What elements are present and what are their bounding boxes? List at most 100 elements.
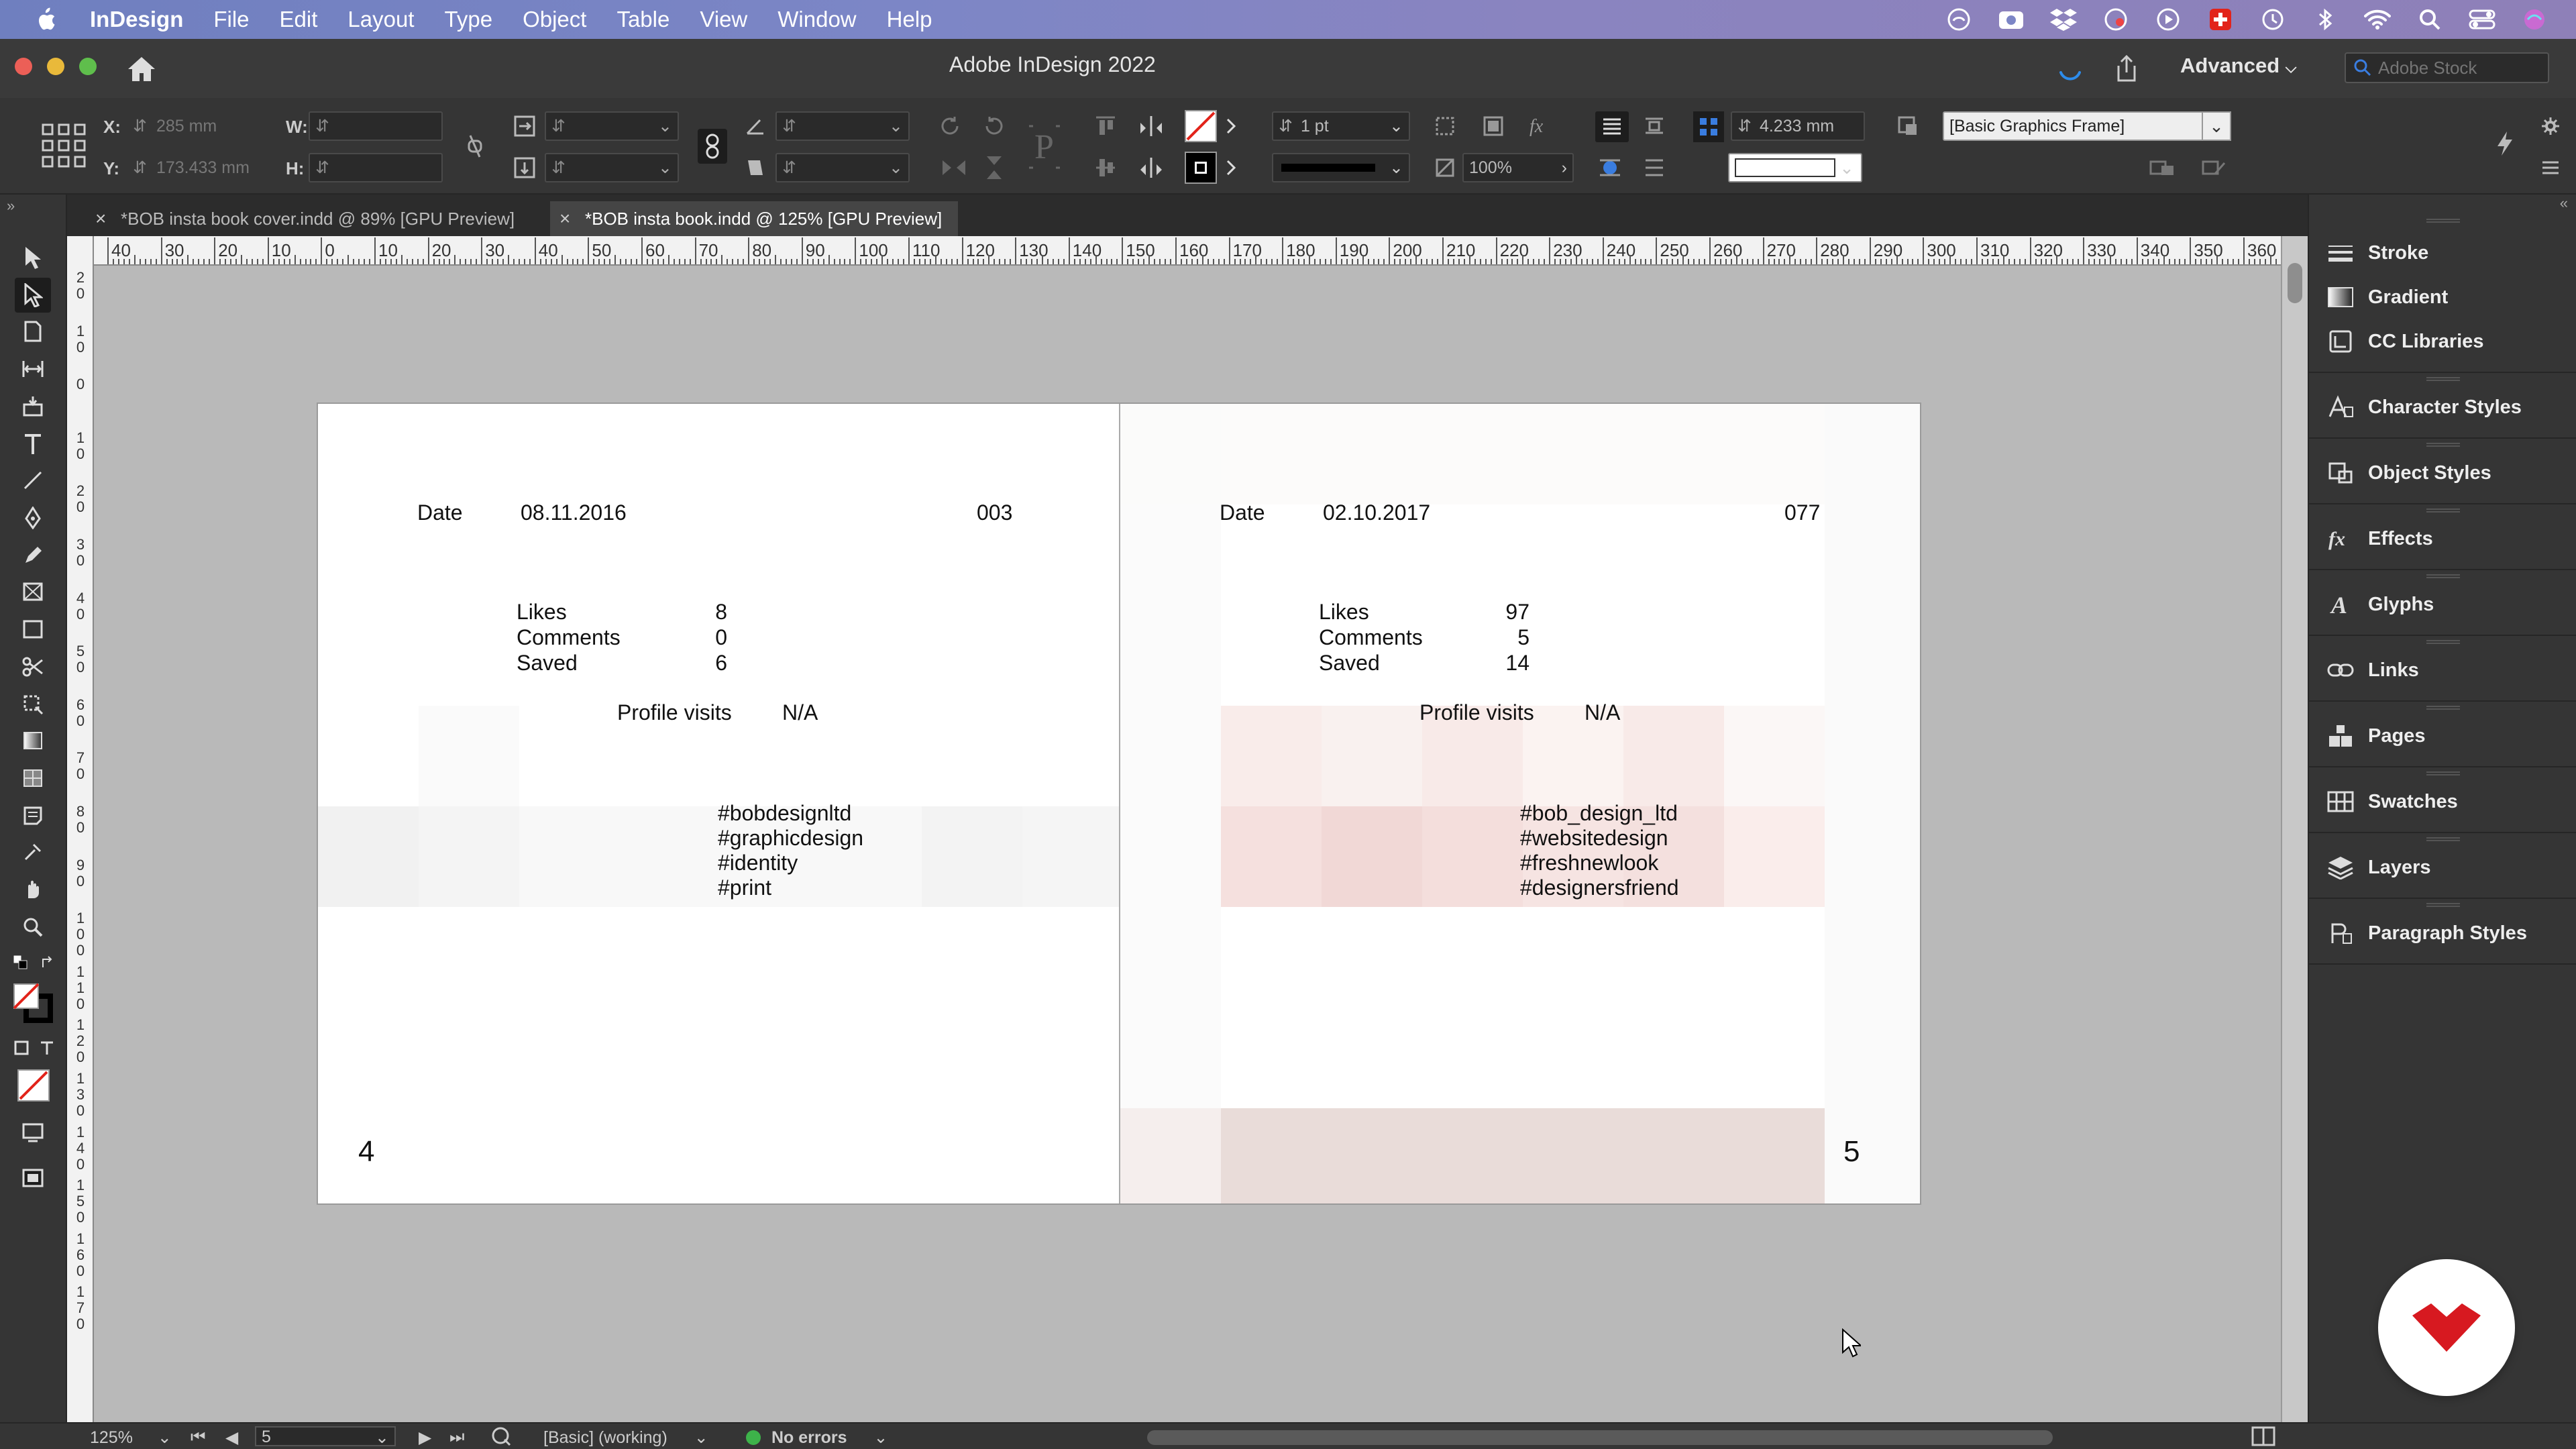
pen-tool-icon[interactable]	[15, 500, 51, 535]
panel-group-grip[interactable]	[2426, 508, 2460, 513]
object-style-select[interactable]: [Basic Graphics Frame]	[1943, 111, 2204, 141]
menu-file[interactable]: File	[213, 7, 249, 32]
wrap-box-icon[interactable]	[1640, 111, 1669, 141]
menu-edit[interactable]: Edit	[280, 7, 318, 32]
align-middle-icon[interactable]	[1091, 153, 1120, 182]
panel-layers[interactable]: Layers	[2309, 845, 2576, 890]
quick-apply-icon[interactable]	[2490, 129, 2520, 158]
stroke-weight-field[interactable]: ⇵ 1 pt ⌄	[1272, 111, 1410, 141]
clear-overrides-icon[interactable]	[2148, 153, 2178, 182]
close-tab-icon[interactable]: ×	[559, 208, 573, 229]
panel-links[interactable]: Links	[2309, 648, 2576, 692]
monitor-icon[interactable]	[2101, 6, 2131, 33]
screen-mode-icon[interactable]	[15, 1115, 51, 1150]
shear-angle-icon[interactable]	[741, 153, 770, 182]
play-icon[interactable]	[2153, 6, 2183, 33]
minimize-window-button[interactable]	[47, 58, 64, 75]
menu-view[interactable]: View	[700, 7, 747, 32]
panel-gradient[interactable]: Gradient	[2309, 275, 2576, 319]
page-number-field[interactable]: 5 ⌄	[255, 1426, 396, 1447]
scale-y-icon[interactable]	[510, 153, 539, 182]
menu-object[interactable]: Object	[523, 7, 586, 32]
menu-layout[interactable]: Layout	[347, 7, 414, 32]
zoom-tool-icon[interactable]	[15, 910, 51, 945]
next-page-button[interactable]: ▶	[419, 1428, 431, 1448]
panel-group-grip[interactable]	[2426, 640, 2460, 644]
type-tool-icon[interactable]	[15, 427, 51, 462]
horizontal-scroll-thumb[interactable]	[1147, 1430, 2053, 1445]
panel-group-grip[interactable]	[2426, 219, 2460, 223]
panel-group-grip[interactable]	[2426, 903, 2460, 907]
preflight-profile-select[interactable]: [Basic] (working) ⌄	[543, 1428, 708, 1448]
split-window-icon[interactable]	[2251, 1426, 2275, 1449]
rectangle-tool-icon[interactable]	[15, 612, 51, 647]
vertical-ruler[interactable]: 2 0 1 0 0 1 0 2 0 3 0 4 0 5 0 6 0 7 0 8 0 9 0 1 0 0 1…	[67, 236, 94, 1422]
menu-type[interactable]: Type	[445, 7, 493, 32]
camera-icon[interactable]	[1996, 6, 2026, 33]
menu-indesign[interactable]: InDesign	[90, 7, 183, 32]
preview-mode-icon[interactable]	[15, 1161, 51, 1195]
frame-offset-field[interactable]: ⇵ 4.233 mm	[1731, 111, 1865, 141]
panel-group-grip[interactable]	[2426, 706, 2460, 710]
page-tool-icon[interactable]	[15, 314, 51, 349]
height-field[interactable]: ⇵	[309, 153, 443, 182]
gradient-feather-tool-icon[interactable]	[15, 761, 51, 796]
swap-colors-icon[interactable]	[35, 949, 62, 975]
swiss-flag-icon[interactable]	[2206, 6, 2235, 33]
wrap-none-icon[interactable]	[1595, 111, 1629, 142]
fit-content-icon[interactable]	[1430, 111, 1460, 141]
time-machine-icon[interactable]	[2258, 6, 2288, 33]
apply-none-icon[interactable]	[17, 1069, 50, 1102]
vertical-scroll-thumb[interactable]	[2288, 263, 2302, 303]
first-page-button[interactable]: ⏮	[191, 1428, 206, 1447]
collapse-panels-icon[interactable]: «	[2560, 195, 2568, 212]
close-window-button[interactable]	[15, 58, 32, 75]
panel-group-grip[interactable]	[2426, 377, 2460, 381]
object-style-dropdown-icon[interactable]: ⌄	[2202, 111, 2231, 141]
share-icon[interactable]	[2113, 54, 2140, 83]
control-center-icon[interactable]	[2467, 6, 2497, 33]
close-tab-icon[interactable]: ×	[95, 208, 109, 229]
opacity-icon[interactable]	[1430, 153, 1460, 182]
siri-icon[interactable]	[2520, 6, 2549, 33]
shear-angle-field[interactable]: ⇵ ⌄	[775, 153, 910, 182]
rotate-ccw-icon[interactable]	[979, 111, 1009, 141]
hand-tool-icon[interactable]	[15, 872, 51, 907]
rotate-cw-icon[interactable]	[935, 111, 965, 141]
fill-stroke-proxy-icon[interactable]	[9, 979, 56, 1026]
workspace-switcher[interactable]: Advanced ⌵	[2180, 54, 2296, 78]
page-spread[interactable]: Date 08.11.2016 003 Likes Comments Saved…	[317, 402, 1921, 1205]
panel-group-grip[interactable]	[2426, 837, 2460, 841]
panel-effects[interactable]: fx Effects	[2309, 517, 2576, 561]
spotlight-search-icon[interactable]	[2415, 6, 2445, 33]
stroke-arrow-icon[interactable]	[1222, 154, 1241, 181]
distribute-icon[interactable]	[1136, 111, 1166, 141]
page-5[interactable]: Date 02.10.2017 077 Likes Comments Saved…	[1119, 404, 1920, 1203]
fill-none-swatch[interactable]	[1185, 110, 1217, 142]
adobe-stock-search[interactable]	[2345, 52, 2549, 83]
settings-gear-icon[interactable]	[2536, 111, 2565, 141]
preflight-profile-icon[interactable]	[491, 1426, 513, 1449]
collapse-arrows-icon[interactable]: »	[7, 197, 15, 215]
panel-group-grip[interactable]	[2426, 771, 2460, 775]
menu-table[interactable]: Table	[616, 7, 669, 32]
y-position-field[interactable]: ⇵ 173.433 mm	[127, 153, 268, 182]
swatch-dropdown-icon[interactable]: ⌄	[1830, 153, 1864, 182]
panel-group-grip[interactable]	[2426, 574, 2460, 578]
flip-vertical-icon[interactable]	[979, 153, 1009, 182]
scissors-tool-icon[interactable]	[15, 649, 51, 684]
panel-paragraph-styles[interactable]: Paragraph Styles	[2309, 911, 2576, 955]
path-p-icon[interactable]: P	[1026, 123, 1063, 170]
gradient-tool-icon[interactable]	[15, 723, 51, 758]
panel-menu-icon[interactable]	[2536, 153, 2565, 182]
horizontal-ruler[interactable]: 40 30 20 10 0 10 20 30 40 50 60 70 80 90 100 110 120 130 1…	[94, 236, 2281, 266]
rectangle-frame-tool-icon[interactable]	[15, 574, 51, 609]
gap-tool-icon[interactable]	[15, 352, 51, 386]
scale-y-field[interactable]: ⇵ ⌄	[545, 153, 679, 182]
fit-frame-icon[interactable]	[1479, 111, 1508, 141]
panel-group-grip[interactable]	[2426, 443, 2460, 447]
distribute-spacing-icon[interactable]	[1136, 153, 1166, 182]
vertical-scrollbar[interactable]	[2281, 236, 2308, 1422]
pencil-tool-icon[interactable]	[15, 538, 51, 573]
pasteboard[interactable]: Date 08.11.2016 003 Likes Comments Saved…	[94, 266, 2281, 1422]
